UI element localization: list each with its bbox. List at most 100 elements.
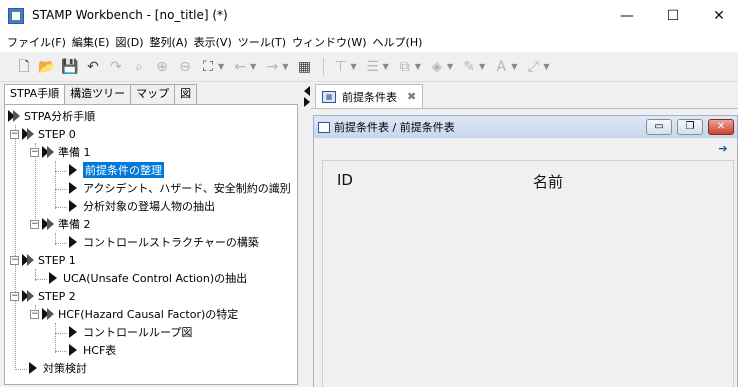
minimize-button[interactable]: — [604, 0, 650, 32]
menu-help[interactable]: ヘルプ(H) [370, 34, 426, 50]
tree-item-label: STEP 0 [38, 127, 76, 141]
arrow-icon [69, 344, 77, 356]
menu-file[interactable]: ファイル(F) [4, 34, 69, 50]
double-arrow-icon [42, 218, 54, 230]
tree-item-root[interactable]: STPA分析手順 [8, 107, 95, 125]
document-area: 前提条件表 / 前提条件表 ▭ ❐ ✕ ➔ ID 名前 [311, 108, 738, 387]
internal-minimize-button[interactable]: ▭ [646, 119, 672, 135]
tree-item-control-loop[interactable]: コントロールループ図 [69, 323, 192, 341]
connector-icon[interactable]: ⤢ [523, 57, 543, 77]
distribute-icon[interactable]: ☰ [363, 57, 383, 77]
tree-connector [15, 125, 16, 370]
align-icon[interactable]: ⊤ [330, 57, 350, 77]
collapse-left-icon[interactable] [304, 86, 310, 96]
tree-item-accident-hazard[interactable]: アクシデント、ハザード、安全制約の識別 [69, 179, 291, 197]
align-dropdown-icon[interactable]: ▼ [350, 62, 356, 71]
menu-view[interactable]: 表示(V) [191, 34, 235, 50]
forward-dropdown-icon[interactable]: ▼ [282, 62, 288, 71]
tree-connector [55, 171, 67, 172]
tree-item-countermeasure[interactable]: 対策検討 [29, 359, 87, 377]
fit-dropdown-icon[interactable]: ▼ [218, 62, 224, 71]
tree-item-prep2[interactable]: − 準備 2 [30, 215, 91, 233]
collapse-icon[interactable]: − [10, 129, 19, 139]
panel-splitter[interactable] [303, 82, 311, 387]
column-header-name[interactable]: 名前 [533, 171, 563, 192]
double-arrow-icon [22, 254, 34, 266]
fill-color-icon[interactable]: ◈ [427, 57, 447, 77]
expand-right-icon[interactable] [304, 97, 310, 107]
connector-dropdown-icon[interactable]: ▼ [543, 62, 549, 71]
menu-edit[interactable]: 編集(E) [69, 34, 113, 50]
tab-stpa-procedure[interactable]: STPA手順 [4, 84, 66, 106]
internal-restore-button[interactable]: ❐ [677, 119, 703, 135]
new-file-icon[interactable]: 🗋 [14, 57, 34, 77]
tree-item-hcf-table[interactable]: HCF表 [69, 341, 116, 359]
tree-item-step1[interactable]: − STEP 1 [10, 251, 76, 269]
tree-item-label: UCA(Unsafe Control Action)の抽出 [63, 272, 248, 285]
arrange-dropdown-icon[interactable]: ▼ [415, 62, 421, 71]
tree-item-prep1[interactable]: − 準備 1 [30, 143, 91, 161]
app-icon [8, 8, 24, 24]
grid-icon[interactable]: ▦ [294, 57, 314, 77]
collapse-icon[interactable]: − [30, 147, 39, 157]
font-color-icon[interactable]: A [491, 57, 511, 77]
arrow-icon [69, 326, 77, 338]
back-dropdown-icon[interactable]: ▼ [250, 62, 256, 71]
tree-item-step0[interactable]: − STEP 0 [10, 125, 76, 143]
line-color-icon[interactable]: ✎ [459, 57, 479, 77]
back-arrow-icon[interactable]: ← [230, 57, 250, 77]
tree-item-actors[interactable]: 分析対象の登場人物の抽出 [69, 197, 215, 215]
collapse-icon[interactable]: − [10, 255, 19, 265]
internal-close-button[interactable]: ✕ [708, 119, 734, 135]
line-dropdown-icon[interactable]: ▼ [479, 62, 485, 71]
tree-item-label: 準備 1 [58, 146, 91, 159]
tab-structure-tree[interactable]: 構造ツリー [64, 84, 132, 104]
tree-item-hcf[interactable]: − HCF(Hazard Causal Factor)の特定 [30, 305, 238, 323]
tree-item-uca[interactable]: UCA(Unsafe Control Action)の抽出 [49, 269, 247, 287]
toolbar-separator [323, 57, 325, 76]
font-dropdown-icon[interactable]: ▼ [511, 62, 517, 71]
tree-item-control-structure[interactable]: コントロールストラクチャーの構築 [69, 233, 259, 251]
tree-item-step2[interactable]: − STEP 2 [10, 287, 76, 305]
collapse-icon[interactable]: − [30, 219, 39, 229]
arrange-icon[interactable]: ⧉ [395, 57, 415, 77]
tree-item-label: HCF(Hazard Causal Factor)の特定 [58, 308, 239, 321]
collapse-icon[interactable]: − [30, 309, 39, 319]
table-icon: ▦ [322, 90, 336, 103]
zoom-in-icon[interactable]: ⊕ [152, 57, 172, 77]
tree-item-label: コントロールストラクチャーの構築 [83, 236, 259, 249]
undo-icon[interactable]: ↶ [83, 57, 103, 77]
export-arrow-icon[interactable]: ➔ [715, 142, 731, 156]
fill-dropdown-icon[interactable]: ▼ [447, 62, 453, 71]
zoom-out-icon[interactable]: ⊖ [175, 57, 195, 77]
toolbar: 🗋 📂 💾 ↶ ↷ ⌕ ⊕ ⊖ ⛶ ▼ ← ▼ → ▼ ▦ ⊤ ▼ ☰ ▼ ⧉ … [0, 52, 738, 82]
stpa-procedure-tree: STPA分析手順 − STEP 0 − 準備 1 前提条件の整理 アクシデント、… [4, 104, 298, 385]
collapse-icon[interactable]: − [10, 291, 19, 301]
maximize-button[interactable]: ☐ [650, 0, 696, 32]
forward-arrow-icon[interactable]: → [262, 57, 282, 77]
tab-diagram[interactable]: 図 [174, 84, 198, 104]
tab-premise-table[interactable]: ▦ 前提条件表 ✖ [315, 84, 424, 108]
tab-map[interactable]: マップ [130, 84, 176, 104]
column-header-id[interactable]: ID [337, 171, 353, 189]
tree-item-label: 対策検討 [43, 362, 87, 375]
left-panel-tabs: STPA手順 構造ツリー マップ 図 [4, 84, 198, 106]
menu-diagram[interactable]: 図(D) [112, 34, 146, 50]
menu-align[interactable]: 整列(A) [147, 34, 191, 50]
premise-table: ID 名前 [322, 160, 734, 387]
tree-item-label: 分析対象の登場人物の抽出 [83, 200, 215, 213]
tree-item-label: コントロールループ図 [83, 326, 193, 339]
fit-to-window-icon[interactable]: ⛶ [198, 57, 218, 77]
distribute-dropdown-icon[interactable]: ▼ [383, 62, 389, 71]
menu-tools[interactable]: ツール(T) [235, 34, 289, 50]
menu-window[interactable]: ウィンドウ(W) [289, 34, 369, 50]
internal-window-title: 前提条件表 / 前提条件表 [334, 121, 455, 134]
left-panel: STPA手順 構造ツリー マップ 図 STPA分析手順 − STEP 0 − 準… [0, 82, 303, 387]
redo-icon[interactable]: ↷ [106, 57, 126, 77]
close-button[interactable]: ✕ [696, 0, 738, 32]
zoom-icon[interactable]: ⌕ [129, 57, 149, 77]
save-icon[interactable]: 💾 [60, 57, 80, 77]
open-folder-icon[interactable]: 📂 [37, 57, 57, 77]
close-tab-icon[interactable]: ✖ [407, 90, 416, 103]
tree-item-premise-organize[interactable]: 前提条件の整理 [69, 161, 164, 179]
